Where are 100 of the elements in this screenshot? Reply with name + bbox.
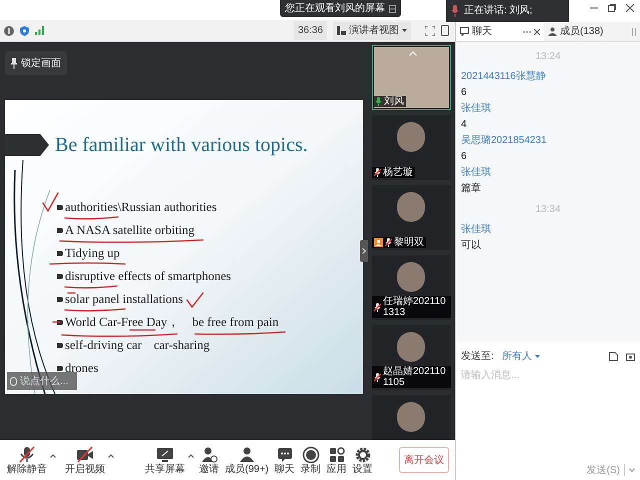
layout-icon — [337, 26, 346, 35]
toolbar-button[interactable]: 开启视频 — [64, 446, 106, 474]
bullet-text: A NASA satellite orbiting — [65, 222, 195, 239]
toolbar-button[interactable]: 应用 — [326, 446, 348, 474]
screen-share-icon — [156, 446, 174, 462]
phone-icon[interactable] — [441, 25, 449, 36]
panel-toggle-handle[interactable] — [360, 240, 368, 262]
view-button[interactable]: 演讲者视图 — [333, 22, 411, 40]
message-text: 可以 — [461, 240, 482, 252]
participant-name: 赵晶婧2021101105 — [383, 366, 447, 388]
avatar-placeholder — [397, 192, 425, 222]
pin-icon — [11, 58, 17, 68]
person-icon — [548, 27, 557, 36]
record-icon — [302, 446, 320, 462]
meeting-timer: 36:36 — [294, 21, 327, 40]
file-icon[interactable] — [609, 352, 618, 361]
participant-tile[interactable]: 黎明双 — [372, 185, 451, 250]
signal-icon — [35, 26, 44, 35]
mic-icon — [451, 5, 459, 17]
bullet-text: authorities\Russian authorities — [65, 198, 217, 216]
apps-icon — [328, 446, 346, 462]
caret-up-icon[interactable] — [50, 454, 56, 458]
caret-up-icon[interactable] — [108, 454, 114, 458]
participant-tile[interactable]: 任瑞婷2021101313 — [372, 255, 451, 320]
participant-name: 黎明双 — [394, 237, 424, 248]
bullet-icon — [57, 228, 63, 232]
banner-text: 您正在观看刘风的屏幕 — [285, 4, 385, 14]
screenshot-icon[interactable] — [626, 352, 635, 361]
participant-tile[interactable]: 刘风 — [372, 45, 451, 110]
bullet-icon — [57, 204, 63, 210]
toolbar-button[interactable]: 成员(99+) — [224, 446, 270, 474]
restore-icon[interactable] — [608, 4, 616, 12]
chat-bubble-icon — [460, 27, 469, 36]
close-icon[interactable] — [534, 28, 540, 34]
avatar-placeholder — [397, 332, 425, 362]
bullet-icon — [57, 320, 63, 324]
chevron-up-icon — [409, 51, 417, 56]
participant-name: 杨艺璇 — [383, 167, 413, 178]
bullet-text: car-sharing — [154, 336, 210, 354]
toolbar-button[interactable]: 聊天 — [274, 446, 296, 474]
bullet-text: be free from pain — [192, 314, 279, 331]
avatar-placeholder — [397, 402, 425, 432]
participant-tile[interactable]: 杨艺璇 — [372, 115, 451, 180]
avatar-placeholder — [397, 262, 425, 292]
toolbar-button[interactable]: 解除静音 — [6, 446, 48, 474]
leave-meeting-button[interactable]: 离开会议 — [399, 447, 449, 473]
bullet-icon — [57, 250, 63, 256]
fullscreen-icon[interactable] — [425, 26, 435, 36]
participant-tile[interactable]: 赵晶婧2021101105 — [372, 325, 451, 390]
avatar-placeholder — [397, 122, 425, 152]
toolbar-button[interactable]: 共享屏幕 — [144, 446, 186, 474]
toolbar-button[interactable]: 设置 — [352, 446, 374, 474]
message-text: 6 — [461, 151, 468, 163]
message-text: 6 — [461, 87, 468, 99]
message-text: 4 — [461, 119, 468, 131]
message-sender: 2021443116张慧静 — [461, 71, 547, 83]
bullet-icon — [57, 366, 63, 370]
speaking-text: 正在讲话: 刘风; — [464, 6, 532, 16]
slide-title: Be familiar with various topics. — [55, 133, 309, 158]
message-sender: 张佳琪 — [461, 103, 492, 115]
lock-view-button[interactable]: 锁定画面 — [5, 51, 67, 75]
chevron-down-icon[interactable] — [629, 468, 635, 472]
recipient-dropdown[interactable]: 所有人 — [502, 349, 540, 364]
bullet-icon — [57, 342, 63, 348]
bullet-icon — [57, 274, 63, 278]
toolbar-button[interactable]: 录制 — [300, 446, 322, 474]
chevron-right-icon — [362, 248, 366, 254]
toolbar-button[interactable]: 邀请 — [198, 446, 220, 474]
participant-name: 刘风 — [384, 96, 404, 107]
mouse-icon — [10, 376, 17, 386]
bullet-text: disruptive effects of smartphones — [65, 268, 232, 285]
message-sender: 张佳琪 — [461, 224, 492, 236]
caret-icon — [402, 29, 407, 32]
message-sender: 吴思璐2021854231 — [461, 135, 548, 147]
message-time: 13:24 — [534, 50, 562, 64]
caret-up-icon[interactable] — [188, 454, 194, 458]
bullet-text: self-driving car — [65, 336, 142, 354]
add-person-icon — [200, 446, 218, 462]
chat-tab[interactable]: 聊天 — [456, 22, 544, 41]
grid-icon — [389, 4, 396, 12]
bullet-text: World Car-Free Day， — [65, 314, 180, 331]
info-icon — [4, 26, 14, 36]
message-sender: 张佳琪 — [461, 167, 492, 179]
message-text: 篇章 — [461, 183, 482, 195]
shield-icon — [20, 26, 29, 36]
caret-icon — [534, 355, 540, 358]
bullet-text: Tidying up — [65, 244, 120, 262]
message-time: 13:34 — [534, 203, 562, 217]
host-badge-icon — [374, 238, 383, 247]
disabled-video-camera-icon — [76, 446, 94, 462]
send-to-label: 发送至: — [461, 350, 494, 364]
people-icon — [238, 446, 256, 462]
chat-icon — [276, 446, 294, 462]
disabled-microphone-icon — [18, 446, 36, 462]
comment-placeholder: 说点什么... — [20, 374, 68, 388]
close-icon[interactable] — [626, 4, 634, 12]
settings-icon — [354, 446, 372, 462]
bullet-text: solar panel installations — [65, 290, 184, 308]
participant-name: 任瑞婷2021101313 — [383, 296, 447, 318]
bullet-icon — [57, 296, 63, 302]
